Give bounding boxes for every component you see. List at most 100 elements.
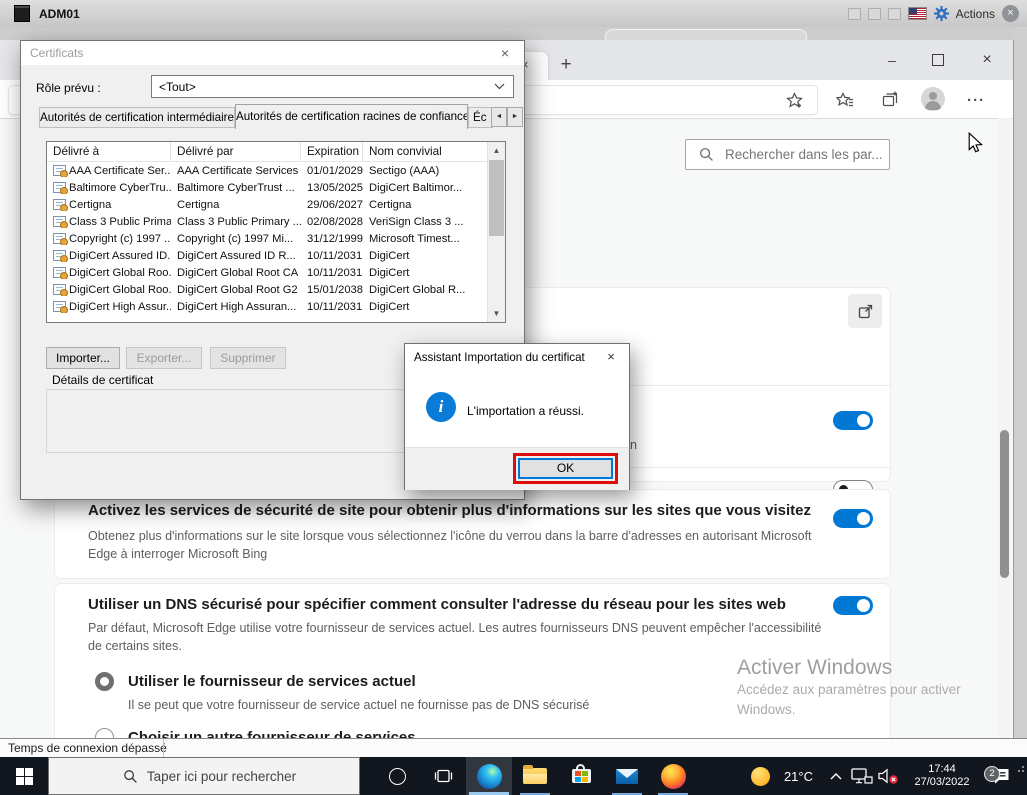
import-button[interactable]: Importer... [46,347,120,369]
dns-desc: Par défaut, Microsoft Edge utilise votre… [88,619,833,655]
tab-scroll-left-icon[interactable]: ◄ [491,107,507,127]
session-minimize-icon[interactable] [848,8,861,20]
table-cell: Copyright (c) 1997 ... [47,233,171,245]
external-link-button[interactable] [848,294,882,328]
profile-avatar[interactable] [921,87,945,111]
smartscreen-toggle[interactable] [833,411,873,430]
close-button[interactable]: × [964,44,1010,76]
task-view-icon [434,768,453,784]
taskbar-explorer-button[interactable] [512,757,558,795]
weather-button[interactable] [746,767,776,786]
remote-session-title: ADM01 [39,7,80,21]
taskbar-edge-button[interactable] [466,757,512,795]
table-row[interactable]: Baltimore CyberTru...Baltimore CyberTrus… [47,179,505,196]
table-cell: Baltimore CyberTru... [47,182,171,194]
import-wizard-dialog: Assistant Importation du certificat × i … [404,343,630,490]
tab-publishers[interactable]: Éc [468,107,493,128]
table-cell: Certigna [171,199,301,211]
wizard-close-icon[interactable]: × [593,344,629,370]
table-cell: DigiCert Global Roo... [47,267,171,279]
page-scrollbar-thumb[interactable] [1000,430,1009,578]
column-issued-by[interactable]: Délivré par [171,142,301,162]
minimize-button[interactable]: – [869,44,915,76]
actions-menu[interactable]: Actions [956,7,995,21]
table-cell: DigiCert Assured ID... [47,250,171,262]
session-restore-icon[interactable] [868,8,881,20]
watermark-line1: Activer Windows [737,656,961,680]
tray-expand-button[interactable] [823,772,849,781]
table-row[interactable]: DigiCert High Assur...DigiCert High Assu… [47,298,505,315]
scroll-up-icon[interactable]: ▲ [488,142,505,159]
gear-icon[interactable] [934,6,949,21]
ok-button[interactable]: OK [518,458,613,479]
more-menu-icon[interactable]: ··· [966,90,986,110]
session-fullscreen-icon[interactable] [888,8,901,20]
table-cell: DigiCert Baltimor... [363,182,489,194]
favorites-icon[interactable] [835,90,855,110]
radio-current-label: Utiliser le fournisseur de services actu… [128,673,416,690]
weather-temperature[interactable]: 21°C [784,769,813,784]
start-button[interactable] [0,757,48,795]
taskbar-store-button[interactable] [558,757,604,795]
table-cell: VeriSign Class 3 ... [363,216,489,228]
taskbar-search-placeholder: Taper ici pour rechercher [147,769,296,784]
taskbar-clock[interactable]: 17:44 27/03/2022 [904,763,980,790]
table-row[interactable]: Class 3 Public Prima...Class 3 Public Pr… [47,213,505,230]
certificate-icon [53,301,66,312]
table-row[interactable]: DigiCert Assured ID...DigiCert Assured I… [47,247,505,264]
table-cell: DigiCert Global Root G2 [171,284,301,296]
maximize-button[interactable] [915,44,961,76]
site-safety-toggle[interactable] [833,509,873,528]
radio-current-provider[interactable] [95,672,114,691]
task-view-button[interactable] [420,757,466,795]
table-cell: 13/05/2025 [301,182,363,194]
table-cell: Class 3 Public Prima... [47,216,171,228]
certificate-details-label: Détails de certificat [48,373,157,387]
wizard-title: Assistant Importation du certificat [414,351,585,364]
column-expiration[interactable]: Expiration [301,142,363,162]
certificate-icon [53,199,66,210]
table-cell: Copyright (c) 1997 Mi... [171,233,301,245]
settings-search-input[interactable] [723,146,887,163]
volume-tray-button[interactable] [875,768,901,784]
settings-search-box[interactable] [685,139,890,170]
table-row[interactable]: Copyright (c) 1997 ...Copyright (c) 1997… [47,230,505,247]
hidden-text-fragment: n [630,438,637,452]
activation-watermark: Activer Windows Accédez aux paramètres p… [737,656,961,720]
column-friendly-name[interactable]: Nom convivial [363,142,489,162]
us-flag-icon [908,7,927,20]
tab-scroll-right-icon[interactable]: ► [507,107,523,127]
table-scrollbar[interactable]: ▲ ▼ [487,142,505,322]
table-scrollbar-thumb[interactable] [489,160,504,236]
search-icon [699,147,714,162]
add-favorite-icon[interactable] [784,90,804,110]
notification-center-button[interactable]: 2 [983,767,1017,785]
table-row[interactable]: CertignaCertigna29/06/2027Certigna [47,196,505,213]
info-icon: i [426,392,456,422]
table-row[interactable]: AAA Certificate Ser...AAA Certificate Se… [47,162,505,179]
search-icon [123,769,138,784]
taskbar-search-box[interactable]: Taper ici pour rechercher [48,757,360,795]
table-cell: Microsoft Timest... [363,233,489,245]
dialog-close-icon[interactable]: × [486,41,524,65]
taskbar-firefox-button[interactable] [650,757,696,795]
taskbar-mail-button[interactable] [604,757,650,795]
table-row[interactable]: DigiCert Global Roo...DigiCert Global Ro… [47,281,505,298]
dns-toggle[interactable] [833,596,873,615]
collections-icon[interactable] [880,90,900,110]
intended-purpose-dropdown[interactable]: <Tout> [151,75,514,98]
export-button[interactable]: Exporter... [126,347,202,369]
cert-table-rows: AAA Certificate Ser...AAA Certificate Se… [47,162,505,315]
tab-intermediate-authorities[interactable]: Autorités de certification intermédiaire… [39,107,235,128]
column-issued-to[interactable]: Délivré à [47,142,171,162]
close-session-icon[interactable]: × [1002,5,1019,22]
certificates-dialog-title: Certificats [30,46,83,60]
microsoft-store-icon [572,769,591,783]
new-tab-button[interactable]: + [554,53,578,77]
table-row[interactable]: DigiCert Global Roo...DigiCert Global Ro… [47,264,505,281]
network-tray-button[interactable] [849,768,875,784]
scroll-down-icon[interactable]: ▼ [488,305,505,322]
cortana-button[interactable] [374,757,420,795]
tab-trusted-root-authorities[interactable]: Autorités de certification racines de co… [235,104,468,129]
delete-button[interactable]: Supprimer [210,347,286,369]
